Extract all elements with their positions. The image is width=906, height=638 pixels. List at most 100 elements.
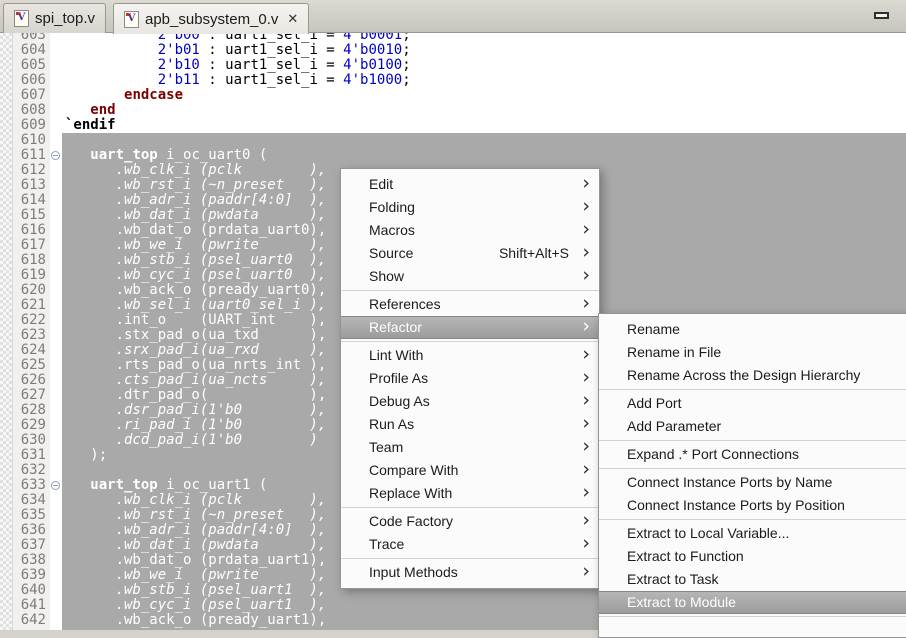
code-text: .srx_pad_i(ua_rxd ), bbox=[65, 343, 326, 358]
menu-item-add-parameter[interactable]: Add Parameter bbox=[599, 415, 906, 438]
line-number: 609 bbox=[10, 118, 46, 133]
code-text: .dcd_pad_i(1'b0 ) bbox=[65, 433, 318, 448]
menu-item-extract-to-module[interactable]: Extract to Module bbox=[599, 591, 906, 614]
menu-item-macros[interactable]: Macros› bbox=[341, 219, 599, 242]
menu-item-replace-with[interactable]: Replace With › bbox=[341, 482, 599, 505]
menu-item-references[interactable]: References› bbox=[341, 293, 599, 316]
code-text: 2'b11 : uart1_sel_i = 4'b1000; bbox=[65, 73, 411, 88]
code-text: uart_top i_oc_uart1 ( bbox=[65, 478, 267, 493]
menu-item-label: Trace bbox=[369, 536, 404, 552]
line-number: 641 bbox=[10, 598, 46, 613]
menu-item-label: Compare With bbox=[369, 462, 458, 478]
code-text: .wb_dat_o (prdata_uart0), bbox=[65, 223, 326, 238]
code-text: .wb_sel_i (uart0_sel_i ), bbox=[65, 298, 326, 313]
menu-item-extract-to-task[interactable]: Extract to Task bbox=[599, 568, 906, 591]
menu-item-expand-port-connections[interactable]: Expand .* Port Connections bbox=[599, 443, 906, 466]
code-text: .wb_cyc_i (psel_uart1 ), bbox=[65, 598, 326, 613]
menu-item-label: Connect Instance Ports by Name bbox=[627, 474, 832, 490]
fold-collapse-icon[interactable] bbox=[51, 481, 60, 490]
code-text: .wb_clk_i (pclk ), bbox=[65, 163, 326, 178]
code-line: 606 2'b11 : uart1_sel_i = 4'b1000; bbox=[0, 73, 906, 88]
menu-item-rename-across-the-design-hierarchy[interactable]: Rename Across the Design Hierarchy bbox=[599, 364, 906, 387]
menu-item-code-factory[interactable]: Code Factory› bbox=[341, 510, 599, 533]
menu-item-rename[interactable]: Rename bbox=[599, 318, 906, 341]
refactor-submenu: Rename Rename in FileRename Across the De… bbox=[598, 313, 906, 638]
menu-item-lint-with[interactable]: Lint With› bbox=[341, 344, 599, 367]
menu-item-label: Extract to Function bbox=[627, 548, 744, 564]
menu-item-rename-in-file[interactable]: Rename in File bbox=[599, 341, 906, 364]
menu-item-source[interactable]: SourceShift+Alt+S› bbox=[341, 242, 599, 265]
submenu-arrow-icon: › bbox=[582, 343, 590, 366]
menu-item-trace[interactable]: Trace› bbox=[341, 533, 599, 556]
menu-item-input-methods[interactable]: Input Methods› bbox=[341, 561, 599, 584]
code-text: .stx_pad_o(ua_txd ), bbox=[65, 328, 326, 343]
line-number: 607 bbox=[10, 88, 46, 103]
line-number: 624 bbox=[10, 343, 46, 358]
menu-separator bbox=[341, 507, 599, 508]
code-text: .rts_pad_o(ua_nrts_int ), bbox=[65, 358, 326, 373]
code-text: 2'b10 : uart1_sel_i = 4'b0100; bbox=[65, 58, 411, 73]
line-number: 642 bbox=[10, 613, 46, 628]
menu-item-team[interactable]: Team› bbox=[341, 436, 599, 459]
menu-item-extract-to-local-variable[interactable]: Extract to Local Variable... bbox=[599, 522, 906, 545]
code-line: 604 2'b01 : uart1_sel_i = 4'b0010; bbox=[0, 43, 906, 58]
code-text: .int_o (UART_int ), bbox=[65, 313, 326, 328]
submenu-arrow-icon: › bbox=[582, 481, 590, 504]
menu-item-shortcut: Shift+Alt+S bbox=[499, 242, 569, 265]
menu-item-extract-to-function[interactable]: Extract to Function bbox=[599, 545, 906, 568]
line-number: 640 bbox=[10, 583, 46, 598]
line-number: 615 bbox=[10, 208, 46, 223]
context-menu: Edit›Folding›Macros›SourceShift+Alt+S›Sh… bbox=[340, 168, 600, 589]
tab-apb-subsystem-0[interactable]: V apb_subsystem_0.v ✕ bbox=[113, 3, 309, 34]
code-text: .ri_pad_i (1'b0 ), bbox=[65, 418, 326, 433]
menu-item-edit[interactable]: Edit› bbox=[341, 173, 599, 196]
menu-item-connect-instance-ports-by-name[interactable]: Connect Instance Ports by Name bbox=[599, 471, 906, 494]
code-line: 609 `endif bbox=[0, 118, 906, 133]
code-line: 611 uart_top i_oc_uart0 ( bbox=[0, 148, 906, 163]
menu-item-show[interactable]: Show› bbox=[341, 265, 599, 288]
submenu-arrow-icon: › bbox=[582, 412, 590, 435]
verilog-file-icon: V bbox=[14, 10, 29, 27]
menu-item-label: Folding bbox=[369, 199, 415, 215]
menu-item-debug-as[interactable]: Debug As› bbox=[341, 390, 599, 413]
line-number: 636 bbox=[10, 523, 46, 538]
menu-item-label: References bbox=[369, 296, 441, 312]
menu-item-run-as[interactable]: Run As› bbox=[341, 413, 599, 436]
code-text: `endif bbox=[65, 118, 116, 133]
menu-separator bbox=[599, 389, 906, 390]
menu-item-add-port[interactable]: Add Port bbox=[599, 392, 906, 415]
line-number: 619 bbox=[10, 268, 46, 283]
line-number: 616 bbox=[10, 223, 46, 238]
menu-item-connect-instance-ports-by-position[interactable]: Connect Instance Ports by Position bbox=[599, 494, 906, 517]
menu-item-label: Replace With bbox=[369, 485, 452, 501]
tab-spi-top[interactable]: V spi_top.v bbox=[3, 3, 106, 33]
line-number: 617 bbox=[10, 238, 46, 253]
submenu-arrow-icon: › bbox=[582, 315, 590, 338]
fold-collapse-icon[interactable] bbox=[51, 151, 60, 160]
code-text: .wb_adr_i (paddr[4:0] ), bbox=[65, 193, 326, 208]
close-icon[interactable]: ✕ bbox=[287, 11, 298, 27]
line-number: 632 bbox=[10, 463, 46, 478]
code-text: .wb_stb_i (psel_uart1 ), bbox=[65, 583, 326, 598]
tab-label: spi_top.v bbox=[35, 10, 95, 27]
menu-item-profile-as[interactable]: Profile As› bbox=[341, 367, 599, 390]
submenu-arrow-icon: › bbox=[582, 195, 590, 218]
line-number: 604 bbox=[10, 43, 46, 58]
minimize-button[interactable] bbox=[874, 12, 889, 19]
line-number: 638 bbox=[10, 553, 46, 568]
line-number: 613 bbox=[10, 178, 46, 193]
code-text: .wb_dat_i (pwdata ), bbox=[65, 208, 326, 223]
menu-separator bbox=[341, 558, 599, 559]
line-number: 620 bbox=[10, 283, 46, 298]
menu-item-folding[interactable]: Folding › bbox=[341, 196, 599, 219]
line-number: 621 bbox=[10, 298, 46, 313]
line-number: 631 bbox=[10, 448, 46, 463]
menu-item-label: Extract to Module bbox=[627, 594, 736, 610]
line-number: 618 bbox=[10, 253, 46, 268]
submenu-arrow-icon: › bbox=[582, 172, 590, 195]
verilog-file-icon: V bbox=[124, 11, 139, 28]
menu-item-compare-with[interactable]: Compare With› bbox=[341, 459, 599, 482]
menu-item-label: Rename bbox=[627, 321, 680, 337]
tab-label: apb_subsystem_0.v bbox=[145, 11, 278, 28]
menu-item-refactor[interactable]: Refactor› bbox=[341, 316, 599, 339]
